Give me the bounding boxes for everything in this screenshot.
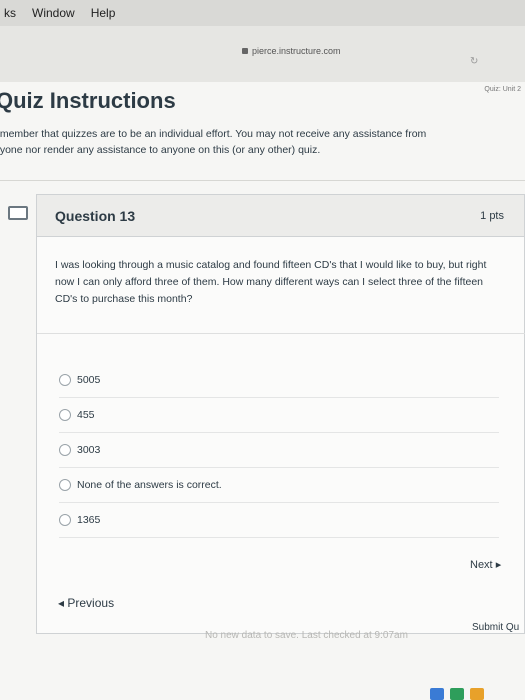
question-name: Question 13 [55,207,136,224]
chevron-right-icon: ▸ [495,559,502,571]
answer-label: None of the answers is correct. [77,479,222,491]
next-label: Next [470,559,493,571]
menu-item-window[interactable]: Window [32,6,75,20]
answer-label: 1365 [77,514,101,526]
instructions-line-1: emember that quizzes are to be an indivi… [0,128,427,140]
browser-toolbar: pierce.instructure.com ↻ [0,26,525,83]
quiz-page: Quiz: Unit 2 Quiz Instructions emember t… [0,82,525,700]
previous-label: Previous [67,596,115,610]
answer-option-4[interactable]: None of the answers is correct. [59,468,499,503]
answer-label: 3003 [77,444,101,456]
radio-button[interactable] [59,444,71,456]
question-points: 1 pts [480,209,504,222]
radio-button[interactable] [59,514,71,526]
app-icon[interactable] [430,688,444,700]
app-icon[interactable] [470,688,484,700]
answer-label: 455 [77,409,95,421]
lock-icon [242,48,248,54]
dock [430,688,484,700]
divider [37,333,525,334]
page-title: Quiz Instructions [0,88,176,113]
breadcrumb[interactable]: Quiz: Unit 2 [484,86,521,93]
answer-list: 5005 455 3003 None of the answers is cor… [59,363,499,538]
previous-button[interactable]: ◂ Previous [58,596,114,610]
chevron-left-icon: ◂ [58,596,65,610]
next-button[interactable]: Next ▸ [470,558,501,571]
mac-menubar: ks Window Help [0,0,525,26]
radio-button[interactable] [59,409,71,421]
answer-option-2[interactable]: 455 [59,398,499,433]
app-icon[interactable] [450,688,464,700]
question-text: I was looking through a music catalog an… [55,259,487,305]
url-text: pierce.instructure.com [252,46,341,56]
answer-option-5[interactable]: 1365 [59,503,499,538]
question-header: Question 13 1 pts [37,195,524,237]
flag-question-icon[interactable] [8,206,28,220]
autosave-status: No new data to save. Last checked at 9:0… [205,630,408,641]
radio-button[interactable] [59,479,71,491]
submit-quiz-button[interactable]: Submit Qu [472,622,519,633]
question-card: Question 13 1 pts I was looking through … [36,194,525,634]
quiz-instructions: emember that quizzes are to be an indivi… [0,126,519,158]
radio-button[interactable] [59,374,71,386]
answer-option-3[interactable]: 3003 [59,433,499,468]
reload-icon[interactable]: ↻ [470,56,478,67]
divider [0,180,525,181]
answer-option-1[interactable]: 5005 [59,363,499,398]
menu-item-help[interactable]: Help [91,6,116,20]
answer-label: 5005 [77,374,101,386]
address-bar[interactable]: pierce.instructure.com [242,46,341,56]
instructions-line-2: nyone nor render any assistance to anyon… [0,144,321,156]
menu-item-ks[interactable]: ks [4,6,16,20]
